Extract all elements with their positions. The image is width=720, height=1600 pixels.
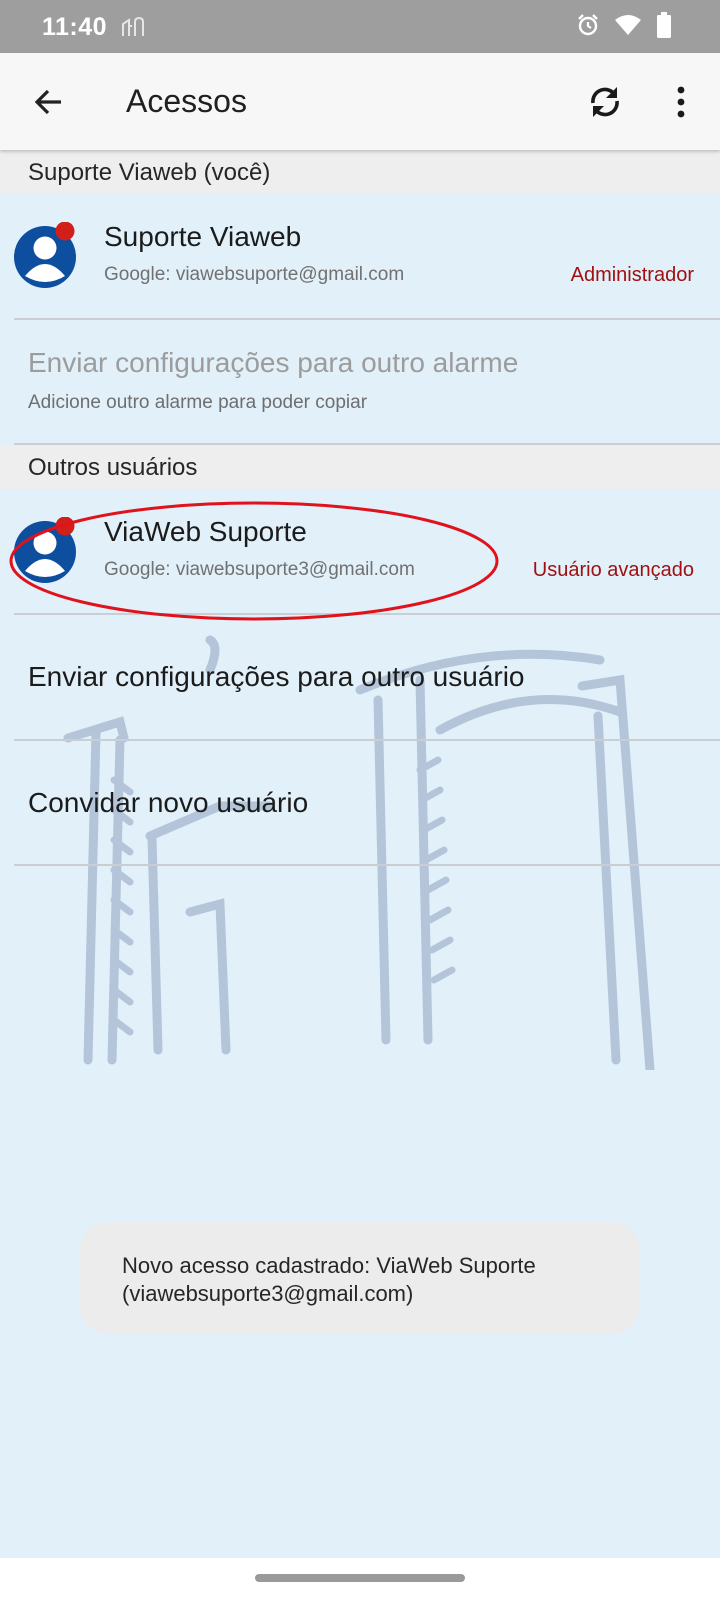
send-config-alarm-subtitle: Adicione outro alarme para poder copiar: [28, 392, 368, 413]
invite-user-label: Convidar novo usuário: [28, 787, 309, 818]
page-title: Acessos: [126, 83, 247, 119]
send-config-user-item[interactable]: Enviar configurações para outro usuário: [0, 615, 720, 739]
user-row-admin[interactable]: Suporte Viaweb Google: viawebsuporte@gma…: [0, 194, 720, 318]
user-email: Google: viawebsuporte@gmail.com: [104, 264, 405, 285]
app-bar: Acessos: [0, 53, 720, 150]
sync-button[interactable]: [580, 77, 630, 127]
back-button[interactable]: [24, 77, 74, 127]
battery-icon: [657, 12, 671, 38]
highlight-ellipse: [9, 501, 499, 621]
section-header-label: Suporte Viaweb (você): [28, 159, 271, 186]
send-config-user-label: Enviar configurações para outro usuário: [28, 661, 525, 692]
divider: [14, 864, 720, 866]
send-config-alarm-item: Enviar configurações para outro alarme A…: [0, 320, 720, 444]
status-bar: 11:40: [0, 0, 720, 53]
user-avatar-icon: [14, 222, 76, 288]
snackbar: Novo acesso cadastrado: ViaWeb Suporte (…: [80, 1222, 640, 1334]
status-icons: [576, 12, 672, 38]
user-name: Suporte Viaweb: [104, 221, 302, 252]
home-gesture-handle[interactable]: [255, 1574, 465, 1582]
more-options-button[interactable]: [656, 77, 706, 127]
snackbar-message: Novo acesso cadastrado: ViaWeb Suporte (…: [122, 1253, 536, 1306]
back-arrow-icon: [34, 89, 61, 115]
alarm-icon: [578, 14, 598, 36]
content-area: Suporte Viaweb (você) Suporte Viaweb Goo…: [0, 150, 720, 1558]
user-role: Administrador: [570, 264, 694, 286]
notification-icon: [122, 16, 144, 36]
section-header-you: Suporte Viaweb (você): [0, 150, 720, 194]
send-config-alarm-title: Enviar configurações para outro alarme: [28, 347, 519, 378]
more-vert-icon: [677, 86, 685, 118]
invite-user-item[interactable]: Convidar novo usuário: [0, 741, 720, 865]
status-time: 11:40: [42, 13, 108, 41]
section-header-label: Outros usuários: [28, 454, 198, 481]
navigation-bar: [0, 1558, 720, 1600]
user-role: Usuário avançado: [532, 559, 694, 581]
section-header-others: Outros usuários: [0, 445, 720, 489]
sync-icon: [591, 87, 619, 117]
wifi-icon: [615, 15, 641, 35]
